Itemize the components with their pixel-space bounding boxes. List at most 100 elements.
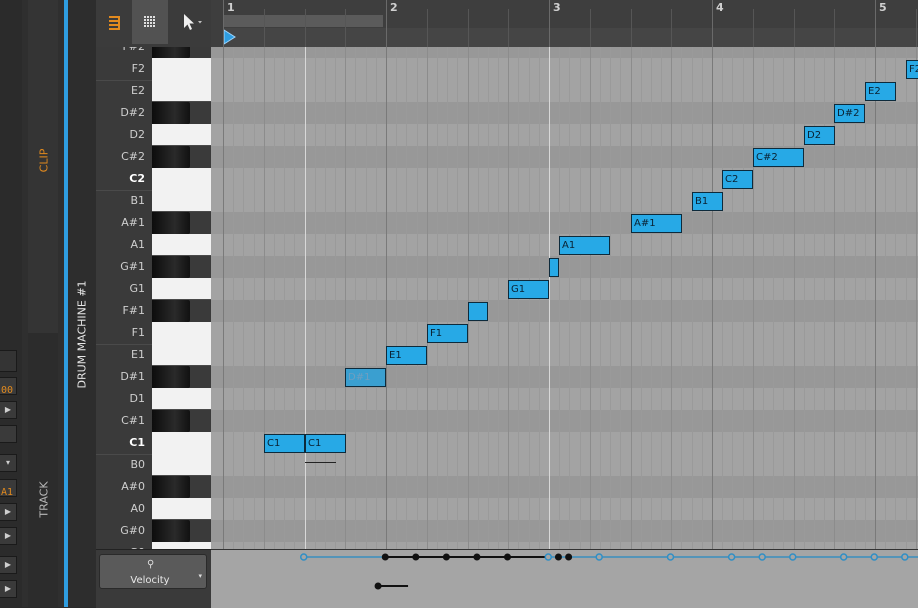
note[interactable]: F2 (906, 60, 918, 79)
note[interactable]: D#2 (834, 104, 865, 123)
white-key[interactable] (152, 432, 211, 476)
note-grid[interactable]: C1C1 D#1E1F1 G1 A1 A#1 B1 C2C#2D2 D#2E2 F2 (211, 47, 918, 549)
white-key[interactable] (152, 168, 211, 212)
grid-toggle[interactable] (132, 0, 168, 44)
note[interactable] (468, 302, 488, 321)
white-key[interactable] (152, 278, 211, 300)
velocity-lane-canvas[interactable] (211, 550, 918, 608)
velocity-point[interactable] (839, 553, 848, 561)
chevron-down-icon[interactable]: ▾ (0, 454, 17, 472)
velocity-point[interactable] (901, 553, 909, 561)
black-key[interactable] (152, 212, 190, 234)
white-key[interactable] (152, 388, 211, 410)
white-key[interactable] (152, 498, 211, 520)
beat-tick (630, 9, 632, 47)
value-field[interactable]: 00 (0, 377, 17, 396)
velocity-point-dragged[interactable] (374, 582, 382, 590)
velocity-point-selected[interactable] (504, 553, 511, 561)
velocity-point-selected[interactable] (412, 553, 420, 561)
note[interactable]: E1 (386, 346, 427, 365)
white-key[interactable] (152, 234, 211, 256)
white-key[interactable] (152, 58, 211, 102)
clip-label: CLIP (37, 148, 51, 173)
black-key[interactable] (152, 300, 190, 322)
timeline-ruler[interactable]: 1 2 3 4 5 (211, 0, 918, 48)
velocity-lane[interactable] (211, 549, 918, 608)
note[interactable]: D2 (804, 126, 835, 145)
velocity-point-selected[interactable] (381, 553, 389, 561)
black-key[interactable] (152, 102, 190, 124)
note-field-text: A1 (1, 487, 14, 498)
note[interactable]: B1 (692, 192, 723, 211)
note[interactable]: C#2 (753, 148, 804, 167)
note[interactable]: C1 (305, 434, 346, 453)
note[interactable]: D#1 (345, 368, 386, 387)
black-key-row (211, 520, 918, 542)
note[interactable]: E2 (865, 82, 896, 101)
grid-line (692, 47, 693, 549)
velocity-point[interactable] (544, 553, 552, 561)
bar-number: 3 (553, 1, 561, 14)
note[interactable]: C2 (722, 170, 753, 189)
play-arrow-icon[interactable]: ▶ (0, 401, 17, 419)
velocity-point[interactable] (727, 553, 736, 561)
note-field[interactable]: A1 (0, 479, 17, 498)
black-key[interactable] (152, 146, 190, 168)
grid-line (641, 47, 642, 549)
key-label: C#2 (121, 150, 145, 163)
velocity-point[interactable] (300, 553, 308, 561)
pointer-tool[interactable] (172, 0, 211, 44)
velocity-point[interactable] (758, 553, 766, 561)
velocity-point[interactable] (595, 553, 603, 561)
value-field-text: 00 (1, 385, 14, 396)
note[interactable] (549, 258, 559, 277)
bar-line (386, 47, 387, 549)
beat-tick (467, 9, 469, 47)
toggle-box[interactable] (0, 425, 17, 443)
bar-number: 1 (227, 1, 235, 14)
velocity-point[interactable] (789, 553, 797, 561)
grid-line (284, 47, 285, 549)
note[interactable]: A#1 (631, 214, 682, 233)
play-arrow-icon[interactable]: ▶ (0, 580, 17, 598)
ruler-lower-band (223, 28, 918, 47)
black-key[interactable] (152, 47, 190, 58)
play-arrow-icon[interactable]: ▶ (0, 527, 17, 545)
white-key[interactable] (152, 124, 211, 146)
grid-line (427, 47, 428, 549)
velocity-point[interactable] (666, 553, 675, 561)
note[interactable]: A1 (559, 236, 610, 255)
black-key[interactable] (152, 520, 190, 542)
velocity-point[interactable] (870, 553, 878, 561)
loop-region[interactable] (223, 15, 383, 27)
black-key[interactable] (152, 410, 190, 432)
note[interactable]: G1 (508, 280, 549, 299)
piano-keyboard[interactable]: F#2 F2 E2 D#2 D2 C#2 C2 B1 A#1 A1 G#1 G1 F#1 F1 E1 D#1 D… (96, 47, 211, 549)
key-label: C#1 (121, 414, 145, 427)
grid-line (274, 47, 275, 549)
black-key[interactable] (152, 476, 190, 498)
velocity-point-selected[interactable] (554, 553, 562, 561)
white-key[interactable] (152, 542, 211, 549)
clip-launcher-toggle[interactable] (96, 0, 132, 44)
grid-line (396, 47, 397, 549)
grid-icon (144, 16, 155, 27)
black-key[interactable] (152, 256, 190, 278)
velocity-point-selected[interactable] (473, 553, 481, 561)
velocity-point-selected[interactable] (442, 553, 450, 561)
track-tab[interactable] (28, 333, 58, 607)
playhead-marker-icon[interactable] (223, 29, 237, 45)
grid-line (702, 47, 703, 549)
note[interactable]: C1 (264, 434, 305, 453)
velocity-point-selected[interactable] (565, 553, 573, 561)
device-panel-strip: 00 ▶ ▾ A1 ▶ ▶ ▶ ▶ (0, 0, 22, 607)
play-arrow-icon[interactable]: ▶ (0, 556, 17, 574)
white-key[interactable] (152, 322, 211, 366)
play-arrow-icon[interactable]: ▶ (0, 503, 17, 521)
position-line (549, 47, 550, 549)
lane-selector-button[interactable]: ⚲ Velocity ▾ (99, 554, 207, 589)
black-key-row (211, 146, 918, 168)
black-key[interactable] (152, 366, 190, 388)
note[interactable]: F1 (427, 324, 468, 343)
grid-line (437, 47, 438, 549)
